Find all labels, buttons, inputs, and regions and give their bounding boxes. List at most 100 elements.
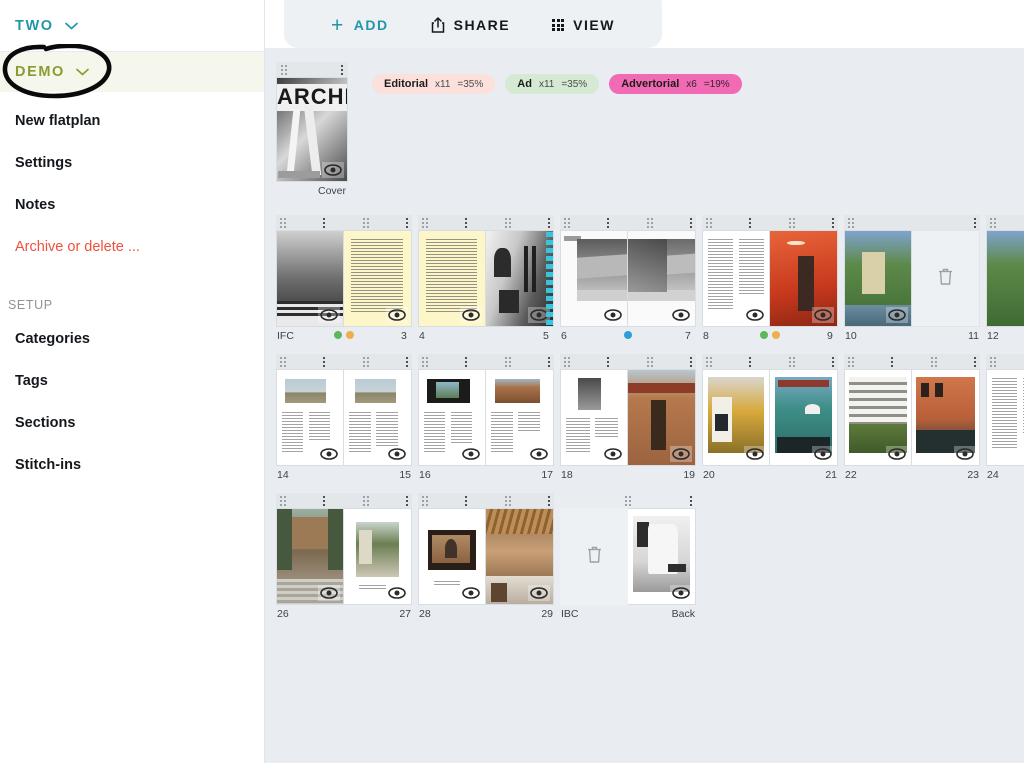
spread-handle-bar[interactable] (560, 493, 696, 508)
more-options-icon[interactable] (548, 357, 550, 367)
page-22[interactable] (844, 369, 912, 466)
sidebar-item-new-flatplan[interactable]: New flatplan (0, 100, 264, 142)
spread-14-15[interactable]: 14 15 (276, 354, 412, 481)
more-options-icon[interactable] (749, 218, 751, 228)
drag-handle-icon[interactable] (848, 218, 854, 228)
drag-handle-icon[interactable] (564, 357, 570, 367)
drag-handle-icon[interactable] (422, 357, 428, 367)
page-4[interactable] (418, 230, 486, 327)
drag-handle-icon[interactable] (848, 357, 854, 367)
drag-handle-icon[interactable] (789, 357, 795, 367)
preview-eye-icon[interactable] (670, 585, 692, 601)
workspace-selector[interactable]: TWO (0, 0, 264, 52)
more-options-icon[interactable] (974, 357, 976, 367)
sidebar-item-settings[interactable]: Settings (0, 142, 264, 184)
preview-eye-icon[interactable] (460, 307, 482, 323)
spread-handle-bar[interactable] (418, 493, 554, 508)
page-14[interactable] (276, 369, 344, 466)
page-3[interactable] (344, 230, 412, 327)
more-options-icon[interactable] (323, 496, 325, 506)
preview-eye-icon[interactable] (670, 446, 692, 462)
drag-handle-icon[interactable] (647, 218, 653, 228)
more-options-icon[interactable] (607, 218, 609, 228)
page-back[interactable] (628, 508, 696, 605)
page-16[interactable] (418, 369, 486, 466)
spread-handle-bar[interactable] (560, 354, 696, 369)
preview-eye-icon[interactable] (386, 307, 408, 323)
page-17[interactable] (486, 369, 554, 466)
preview-eye-icon[interactable] (886, 307, 908, 323)
page-7[interactable] (628, 230, 696, 327)
spread-handle-bar[interactable] (702, 354, 838, 369)
preview-eye-icon[interactable] (744, 446, 766, 462)
badge-advertorial[interactable]: Advertorial x6 =19% (609, 74, 742, 94)
drag-handle-icon[interactable] (990, 218, 996, 228)
share-button[interactable]: SHARE (410, 12, 532, 38)
more-options-icon[interactable] (607, 357, 609, 367)
more-options-icon[interactable] (341, 65, 343, 75)
spread-handle-bar[interactable] (844, 215, 980, 230)
drag-handle-icon[interactable] (706, 357, 712, 367)
preview-eye-icon[interactable] (744, 307, 766, 323)
preview-eye-icon[interactable] (318, 585, 340, 601)
drag-handle-icon[interactable] (505, 357, 511, 367)
page-ifc[interactable] (276, 230, 344, 327)
page-cover[interactable]: ARCHI (276, 77, 348, 182)
more-options-icon[interactable] (749, 357, 751, 367)
preview-eye-icon[interactable] (954, 446, 976, 462)
page-29[interactable] (486, 508, 554, 605)
selection-resize-handles[interactable] (546, 231, 553, 326)
page-9[interactable] (770, 230, 838, 327)
spread-handle-bar[interactable] (276, 493, 412, 508)
drag-handle-icon[interactable] (706, 218, 712, 228)
drag-handle-icon[interactable] (422, 218, 428, 228)
badge-editorial[interactable]: Editorial x11 =35% (372, 74, 495, 94)
spread-8-9[interactable]: 8 9 (702, 215, 838, 342)
trash-icon[interactable] (586, 545, 603, 569)
page-21[interactable] (770, 369, 838, 466)
page-11-empty[interactable] (912, 230, 980, 327)
page-5[interactable] (486, 230, 554, 327)
sidebar-item-categories[interactable]: Categories (0, 318, 264, 360)
view-button[interactable]: VIEW (531, 12, 636, 38)
page-12[interactable] (986, 230, 1024, 327)
spread-26-27[interactable]: 26 27 (276, 493, 412, 620)
preview-eye-icon[interactable] (322, 162, 344, 178)
page-8[interactable] (702, 230, 770, 327)
drag-handle-icon[interactable] (505, 218, 511, 228)
preview-eye-icon[interactable] (812, 446, 834, 462)
page-19[interactable] (628, 369, 696, 466)
sidebar-item-stitch-ins[interactable]: Stitch-ins (0, 444, 264, 486)
spread-handle-bar[interactable] (702, 215, 838, 230)
spread-handle-bar[interactable] (560, 215, 696, 230)
spread-handle-bar[interactable] (844, 354, 980, 369)
page-23[interactable] (912, 369, 980, 466)
spread-handle-bar[interactable] (986, 354, 1024, 369)
more-options-icon[interactable] (891, 357, 893, 367)
preview-eye-icon[interactable] (318, 307, 340, 323)
sidebar-item-archive-or-delete[interactable]: Archive or delete ... (0, 226, 264, 268)
spread-28-29[interactable]: 28 29 (418, 493, 554, 620)
page-6[interactable] (560, 230, 628, 327)
spread-10-11[interactable]: 10 11 (844, 215, 980, 342)
drag-handle-icon[interactable] (564, 218, 570, 228)
page-ibc-empty[interactable] (560, 508, 628, 605)
spread-handle-bar[interactable] (418, 215, 554, 230)
drag-handle-icon[interactable] (363, 357, 369, 367)
more-options-icon[interactable] (406, 496, 408, 506)
page-10[interactable] (844, 230, 912, 327)
project-selector[interactable]: DEMO (0, 52, 264, 92)
more-options-icon[interactable] (832, 218, 834, 228)
flatplan-board[interactable]: ARCHI Cover Editorial (265, 48, 1024, 763)
spread-16-17[interactable]: 16 17 (418, 354, 554, 481)
preview-eye-icon[interactable] (386, 585, 408, 601)
drag-handle-icon[interactable] (990, 357, 996, 367)
drag-handle-icon[interactable] (422, 496, 428, 506)
more-options-icon[interactable] (832, 357, 834, 367)
spread-20-21[interactable]: 20 21 (702, 354, 838, 481)
drag-handle-icon[interactable] (281, 65, 287, 75)
more-options-icon[interactable] (690, 218, 692, 228)
preview-eye-icon[interactable] (886, 446, 908, 462)
page-15[interactable] (344, 369, 412, 466)
more-options-icon[interactable] (465, 218, 467, 228)
